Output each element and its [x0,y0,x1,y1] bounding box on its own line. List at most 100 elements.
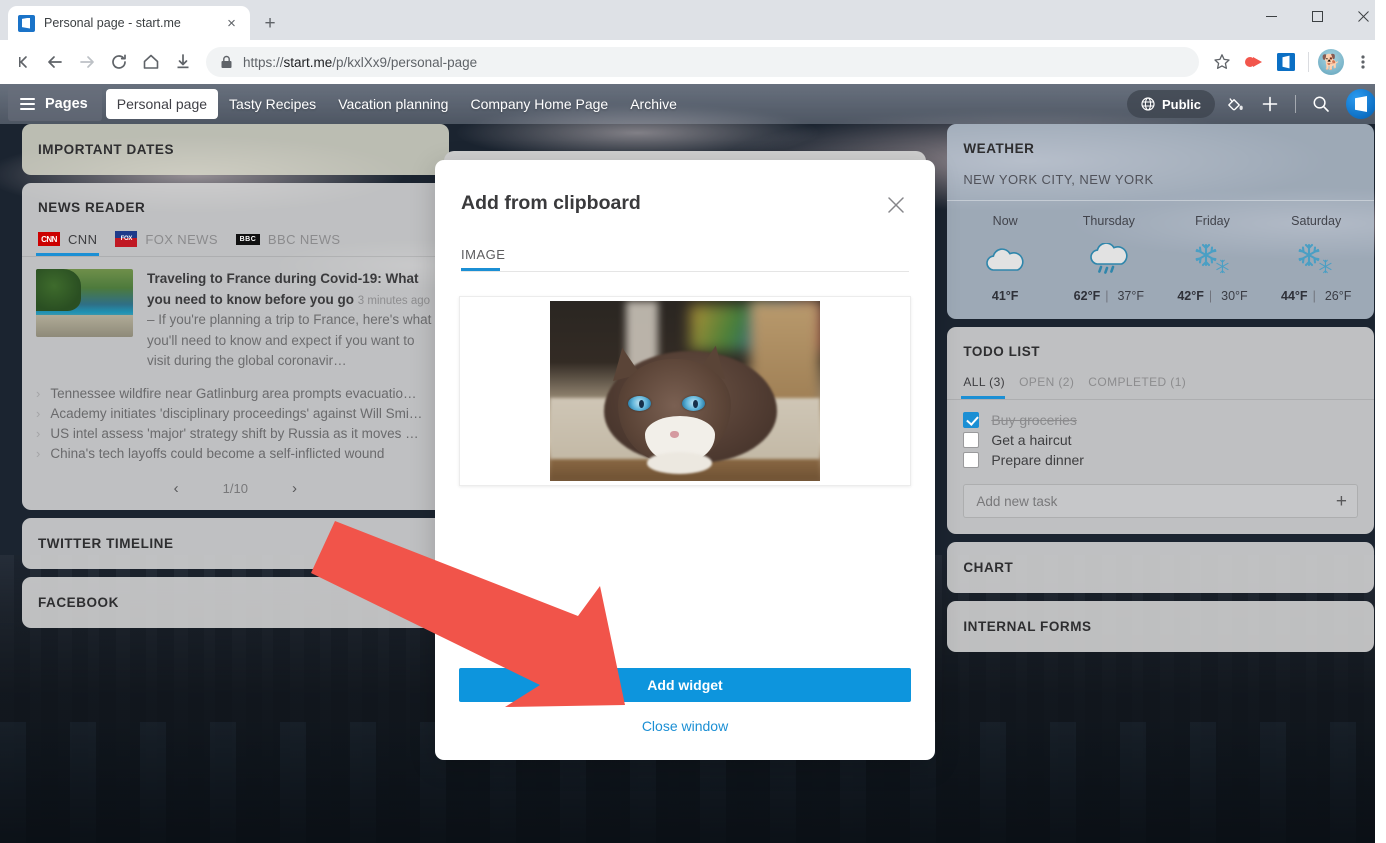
todo-tab-all[interactable]: ALL (3) [961,375,1019,399]
widget-internal-forms[interactable]: INTERNAL FORMS [947,601,1375,652]
weather-low: 30°F [1221,289,1248,303]
page-tab-archive[interactable]: Archive [619,89,688,119]
star-icon[interactable] [1207,47,1237,77]
widget-facebook[interactable]: FACEBOOK [22,576,449,628]
checkbox[interactable] [963,452,980,468]
widget-column-left: IMPORTANT DATES NEWS READER CNN CNN FOX … [22,124,449,843]
page-tab-tasty-recipes[interactable]: Tasty Recipes [218,89,327,119]
avatar[interactable] [1316,47,1346,77]
weather-day-temps: 41°F [953,289,1057,303]
news-featured-article[interactable]: Traveling to France during Covid-19: Wha… [22,257,449,382]
todo-item-label: Prepare dinner [991,452,1084,468]
browser-tab[interactable]: Personal page - start.me × [8,6,250,40]
widget-chart[interactable]: CHART [947,542,1375,593]
lock-icon [220,55,233,69]
todo-tab-label: COMPLETED (1) [1088,375,1187,389]
new-tab-button[interactable]: + [256,9,284,37]
close-icon[interactable] [883,192,909,218]
address-bar[interactable]: https://start.me/p/kxlXx9/personal-page [206,47,1199,77]
checkbox[interactable] [963,412,980,428]
page-tab-label: Company Home Page [470,96,609,112]
home-button[interactable] [136,47,166,77]
pagination-prev-button[interactable]: ‹ [174,480,179,497]
first-page-icon[interactable] [8,47,38,77]
chevron-right-icon: › [36,386,41,402]
dialog-tabs: IMAGE [435,218,935,271]
weather-day: Saturday 44°F | 26°F [1264,214,1368,303]
todo-item[interactable]: Prepare dinner [963,450,1358,470]
weather-separator: | [1105,289,1109,303]
startme-logo-icon [18,14,35,32]
pages-menu-label: Pages [45,96,88,112]
todo-item[interactable]: Buy groceries [963,410,1358,430]
close-icon[interactable]: × [223,15,240,32]
widget-twitter-timeline[interactable]: TWITTER TIMELINE [22,517,449,569]
news-item-label: China's tech layoffs could become a self… [50,446,385,462]
list-item[interactable]: › China's tech layoffs could become a se… [36,444,435,464]
startme-logo-icon[interactable] [1346,89,1376,119]
public-visibility-button[interactable]: Public [1126,90,1215,118]
search-icon[interactable] [1304,87,1338,121]
widget-column-right: WEATHER NEW YORK CITY, NEW YORK Now 41°F [947,124,1375,843]
url-host: start.me [283,54,333,70]
browser-toolbar: https://start.me/p/kxlXx9/personal-page [0,40,1386,84]
startme-navbar: Pages Personal page Tasty Recipes Vacati… [0,84,1386,124]
todo-item[interactable]: Get a haircut [963,430,1358,450]
page-tab-label: Personal page [116,96,208,112]
kebab-menu-icon[interactable] [1348,47,1378,77]
widget-important-dates[interactable]: IMPORTANT DATES [22,124,449,175]
add-widget-button[interactable] [1253,87,1287,121]
pagination-next-button[interactable]: › [292,480,297,497]
weather-day: Friday 42°F | 30°F [1161,214,1265,303]
news-thumbnail [36,269,133,337]
weather-separator: | [1312,289,1316,303]
todo-item-label: Buy groceries [991,412,1077,428]
news-source-bbc-news[interactable]: BBC BBC NEWS [235,231,359,256]
add-task-row[interactable]: + [963,484,1359,518]
snow-icon [1161,240,1265,280]
snow-icon [1264,240,1368,280]
reload-button[interactable] [104,47,134,77]
add-task-input[interactable] [976,493,1336,509]
list-item[interactable]: › Academy initiates 'disciplinary procee… [36,404,435,424]
add-widget-button[interactable]: Add widget [459,668,911,702]
news-source-label: BBC NEWS [267,231,341,247]
page-tab-company-home-page[interactable]: Company Home Page [459,89,619,119]
hamburger-icon [20,98,35,110]
news-source-tabs: CNN CNN FOX FOX NEWS BBC BBC NEWS [22,231,449,256]
url-scheme: https:// [243,54,284,70]
page-tab-vacation-planning[interactable]: Vacation planning [327,89,459,119]
widget-title: IMPORTANT DATES [38,142,174,157]
cat-photo [550,301,820,481]
todo-tab-open[interactable]: OPEN (2) [1019,375,1088,399]
fox-news-logo: FOX [115,231,138,247]
list-item[interactable]: › US intel assess 'major' strategy shift… [36,424,435,444]
close-window-link[interactable]: Close window [459,718,911,734]
news-source-fox-news[interactable]: FOX FOX NEWS [115,231,236,256]
back-button[interactable] [40,47,70,77]
tab-image[interactable]: IMAGE [461,247,505,271]
pocket-extension-icon[interactable] [1239,47,1269,77]
page-tab-personal-page[interactable]: Personal page [105,89,219,119]
dialog-body [435,272,935,668]
widget-title: NEWS READER [38,200,146,215]
minimize-icon[interactable] [1248,0,1294,32]
list-item[interactable]: › Tennessee wildfire near Gatlinburg are… [36,384,435,404]
maximize-icon[interactable] [1294,0,1340,32]
download-icon[interactable] [168,47,198,77]
plus-icon[interactable]: + [1336,492,1347,511]
checkbox[interactable] [963,432,980,448]
widget-title: INTERNAL FORMS [963,619,1092,634]
widget-weather: WEATHER NEW YORK CITY, NEW YORK Now 41°F [947,124,1375,319]
news-timestamp: 3 minutes ago [357,294,431,307]
weather-day-name: Saturday [1291,214,1342,228]
widget-title: TWITTER TIMELINE [38,535,174,551]
forward-button[interactable] [72,47,102,77]
todo-tab-completed[interactable]: COMPLETED (1) [1088,375,1200,399]
news-item-label: Tennessee wildfire near Gatlinburg area … [50,386,417,402]
paint-bucket-icon[interactable] [1217,87,1251,121]
news-source-cnn[interactable]: CNN CNN [35,232,115,256]
todo-items: Buy groceries Get a haircut Prepare dinn… [947,400,1374,474]
startme-extension-icon[interactable] [1271,47,1301,77]
pages-menu-button[interactable]: Pages [8,87,102,121]
